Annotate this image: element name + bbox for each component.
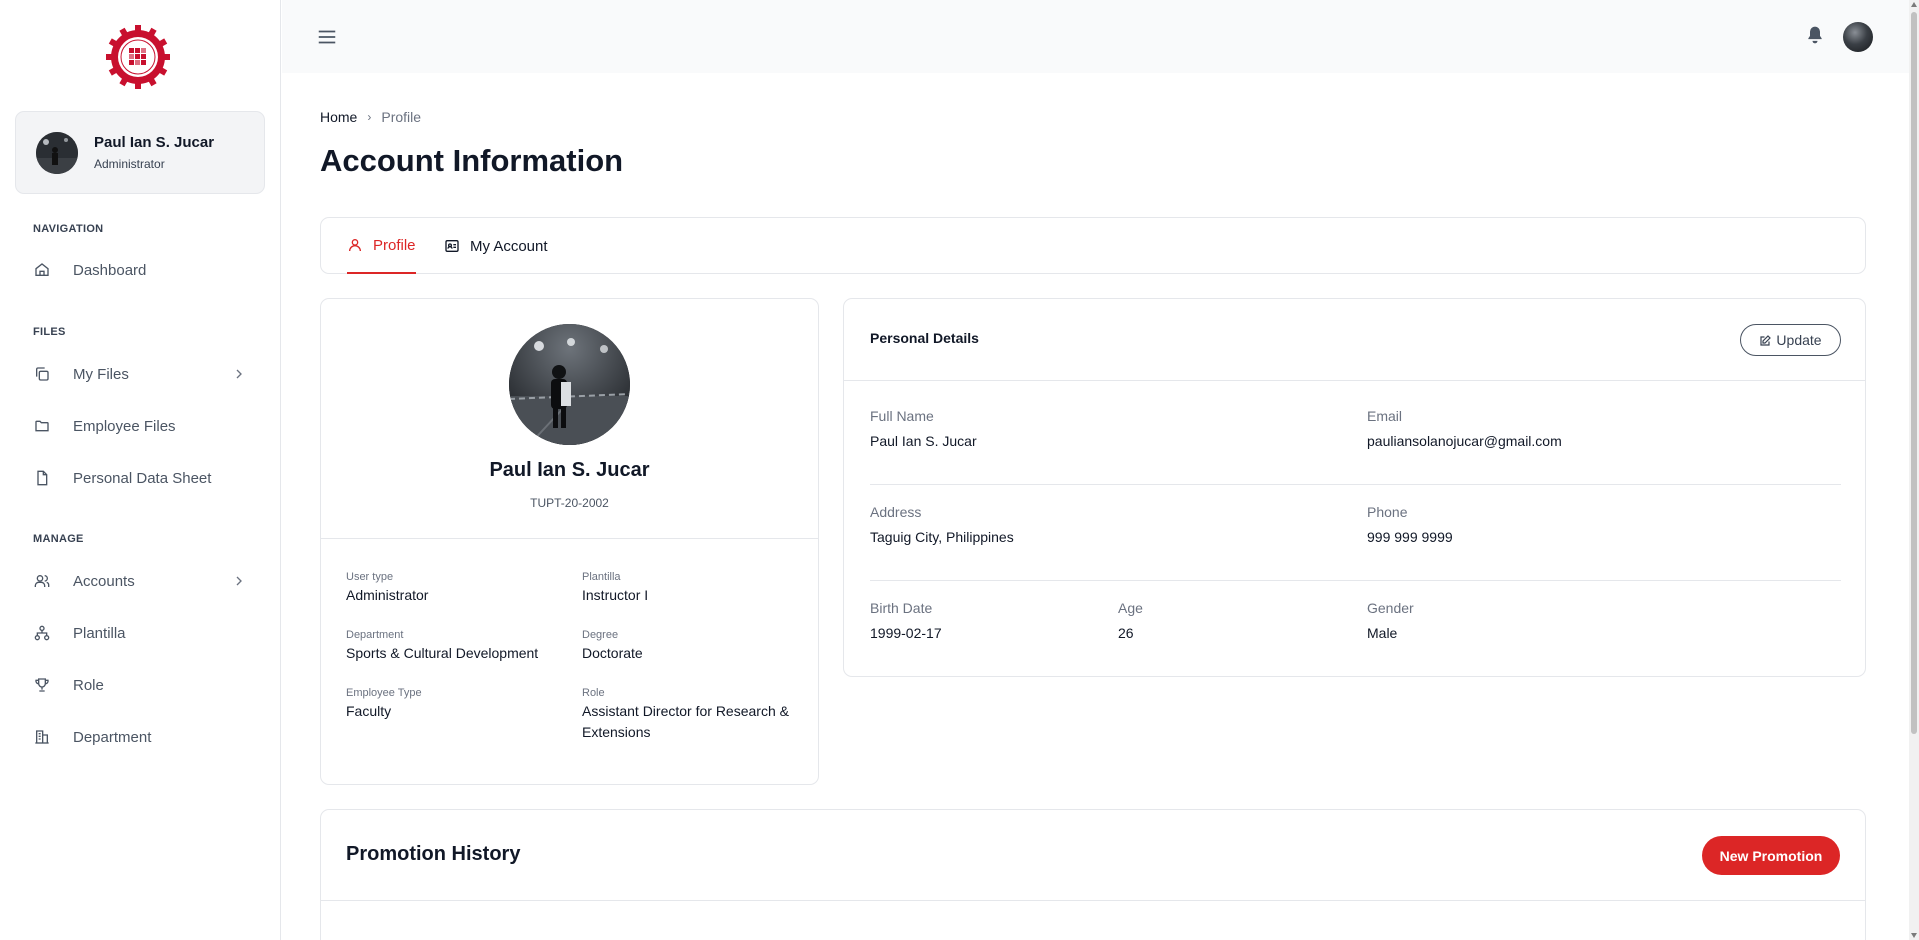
employee-type-label: Employee Type (346, 687, 422, 699)
profile-employee-id: TUPT-20-2002 (530, 496, 609, 510)
tab-my-account[interactable]: My Account (444, 218, 548, 274)
sidebar-item-my-files[interactable]: My Files (33, 358, 253, 390)
users-icon (33, 572, 51, 590)
new-promotion-button[interactable]: New Promotion (1702, 836, 1840, 875)
hamburger-menu-icon[interactable] (316, 26, 338, 48)
plantilla-label: Plantilla (582, 571, 621, 583)
sitemap-icon (33, 624, 51, 642)
copy-icon (33, 365, 51, 383)
edit-icon (1759, 334, 1772, 346)
university-logo (105, 24, 171, 90)
divider (870, 484, 1841, 485)
address-label: Address (870, 504, 922, 520)
age-value: 26 (1118, 625, 1134, 641)
chevron-right-icon: › (367, 110, 372, 124)
divider (321, 900, 1865, 901)
birth-date-label: Birth Date (870, 600, 933, 616)
profile-name: Paul Ian S. Jucar (489, 459, 650, 481)
bell-icon[interactable] (1805, 24, 1825, 46)
sidebar-item-label: Dashboard (73, 261, 147, 279)
sidebar: Paul Ian S. Jucar Administrator NAVIGATI… (0, 0, 281, 940)
trophy-icon (33, 676, 51, 694)
sidebar-user-role: Administrator (94, 157, 165, 171)
user-icon (347, 237, 363, 253)
role-value: Assistant Director for Research & Extens… (582, 703, 789, 740)
profile-card: Paul Ian S. Jucar TUPT-20-2002 User type… (320, 298, 819, 785)
sidebar-item-accounts[interactable]: Accounts (33, 565, 253, 597)
full-name-label: Full Name (870, 408, 934, 424)
nav-section-files: FILES (33, 326, 66, 338)
divider (870, 580, 1841, 581)
promotion-history-card: Promotion History New Promotion (320, 809, 1866, 940)
employee-type-value: Faculty (346, 703, 392, 719)
promotion-history-title: Promotion History (346, 843, 521, 865)
full-name-value: Paul Ian S. Jucar (870, 433, 977, 449)
user-avatar-menu[interactable] (1843, 22, 1873, 52)
sidebar-item-label: Plantilla (73, 624, 126, 642)
personal-details-title: Personal Details (870, 330, 979, 346)
role-label: Role (582, 687, 605, 699)
user-type-label: User type (346, 571, 394, 583)
email-value: pauliansolanojucar@gmail.com (1367, 433, 1562, 449)
sidebar-item-personal-data-sheet[interactable]: Personal Data Sheet (33, 462, 253, 494)
profile-photo (509, 324, 630, 445)
plantilla-value: Instructor I (582, 587, 649, 603)
gender-value: Male (1367, 625, 1398, 641)
sidebar-item-plantilla[interactable]: Plantilla (33, 617, 253, 649)
tab-label: My Account (470, 237, 548, 255)
sidebar-user-name: Paul Ian S. Jucar (94, 134, 215, 151)
sidebar-user-card[interactable]: Paul Ian S. Jucar Administrator (15, 111, 265, 194)
birth-date-value: 1999-02-17 (870, 625, 942, 641)
gender-label: Gender (1367, 600, 1414, 616)
page-title: Account Information (320, 143, 624, 178)
scroll-down-arrow-icon[interactable] (1911, 933, 1917, 938)
personal-details-card: Personal Details Update Full Name Paul I… (843, 298, 1866, 677)
building-icon (33, 728, 51, 746)
topbar (282, 0, 1909, 73)
email-label: Email (1367, 408, 1403, 424)
tabs-bar: Profile My Account (320, 217, 1866, 274)
divider (844, 380, 1865, 381)
scrollbar-thumb[interactable] (1911, 12, 1917, 734)
breadcrumb-current: Profile (381, 109, 422, 125)
avatar (36, 132, 78, 174)
nav-section-manage: MANAGE (33, 533, 84, 545)
user-type-value: Administrator (346, 587, 429, 603)
phone-label: Phone (1367, 504, 1408, 520)
phone-value: 999 999 9999 (1367, 529, 1453, 545)
sidebar-item-employee-files[interactable]: Employee Files (33, 410, 253, 442)
scroll-up-arrow-icon[interactable] (1911, 2, 1917, 7)
nav-section-navigation: NAVIGATION (33, 223, 104, 235)
update-button-label: Update (1776, 332, 1822, 348)
home-icon (33, 261, 51, 279)
breadcrumb: Home › Profile (320, 109, 421, 125)
age-label: Age (1118, 600, 1143, 616)
sidebar-item-label: Accounts (73, 572, 135, 590)
breadcrumb-home-link[interactable]: Home (320, 109, 357, 125)
address-value: Taguig City, Philippines (870, 529, 1014, 545)
chevron-right-icon (231, 573, 247, 589)
sidebar-item-label: Employee Files (73, 417, 176, 435)
department-value: Sports & Cultural Development (346, 645, 539, 661)
chevron-right-icon (231, 366, 247, 382)
id-card-icon (444, 238, 460, 254)
sidebar-item-dashboard[interactable]: Dashboard (33, 254, 253, 286)
folder-icon (33, 417, 51, 435)
degree-value: Doctorate (582, 645, 643, 661)
divider (321, 538, 818, 539)
degree-label: Degree (582, 629, 619, 641)
file-icon (33, 469, 51, 487)
sidebar-item-department[interactable]: Department (33, 721, 253, 753)
sidebar-item-role[interactable]: Role (33, 669, 253, 701)
sidebar-item-label: Department (73, 728, 152, 746)
sidebar-item-label: Personal Data Sheet (73, 469, 212, 487)
sidebar-item-label: My Files (73, 365, 129, 383)
tab-label: Profile (373, 236, 416, 254)
tab-profile[interactable]: Profile (347, 218, 416, 274)
sidebar-item-label: Role (73, 676, 104, 694)
department-label: Department (346, 629, 404, 641)
update-button[interactable]: Update (1740, 324, 1841, 356)
page-scrollbar[interactable] (1909, 0, 1919, 940)
